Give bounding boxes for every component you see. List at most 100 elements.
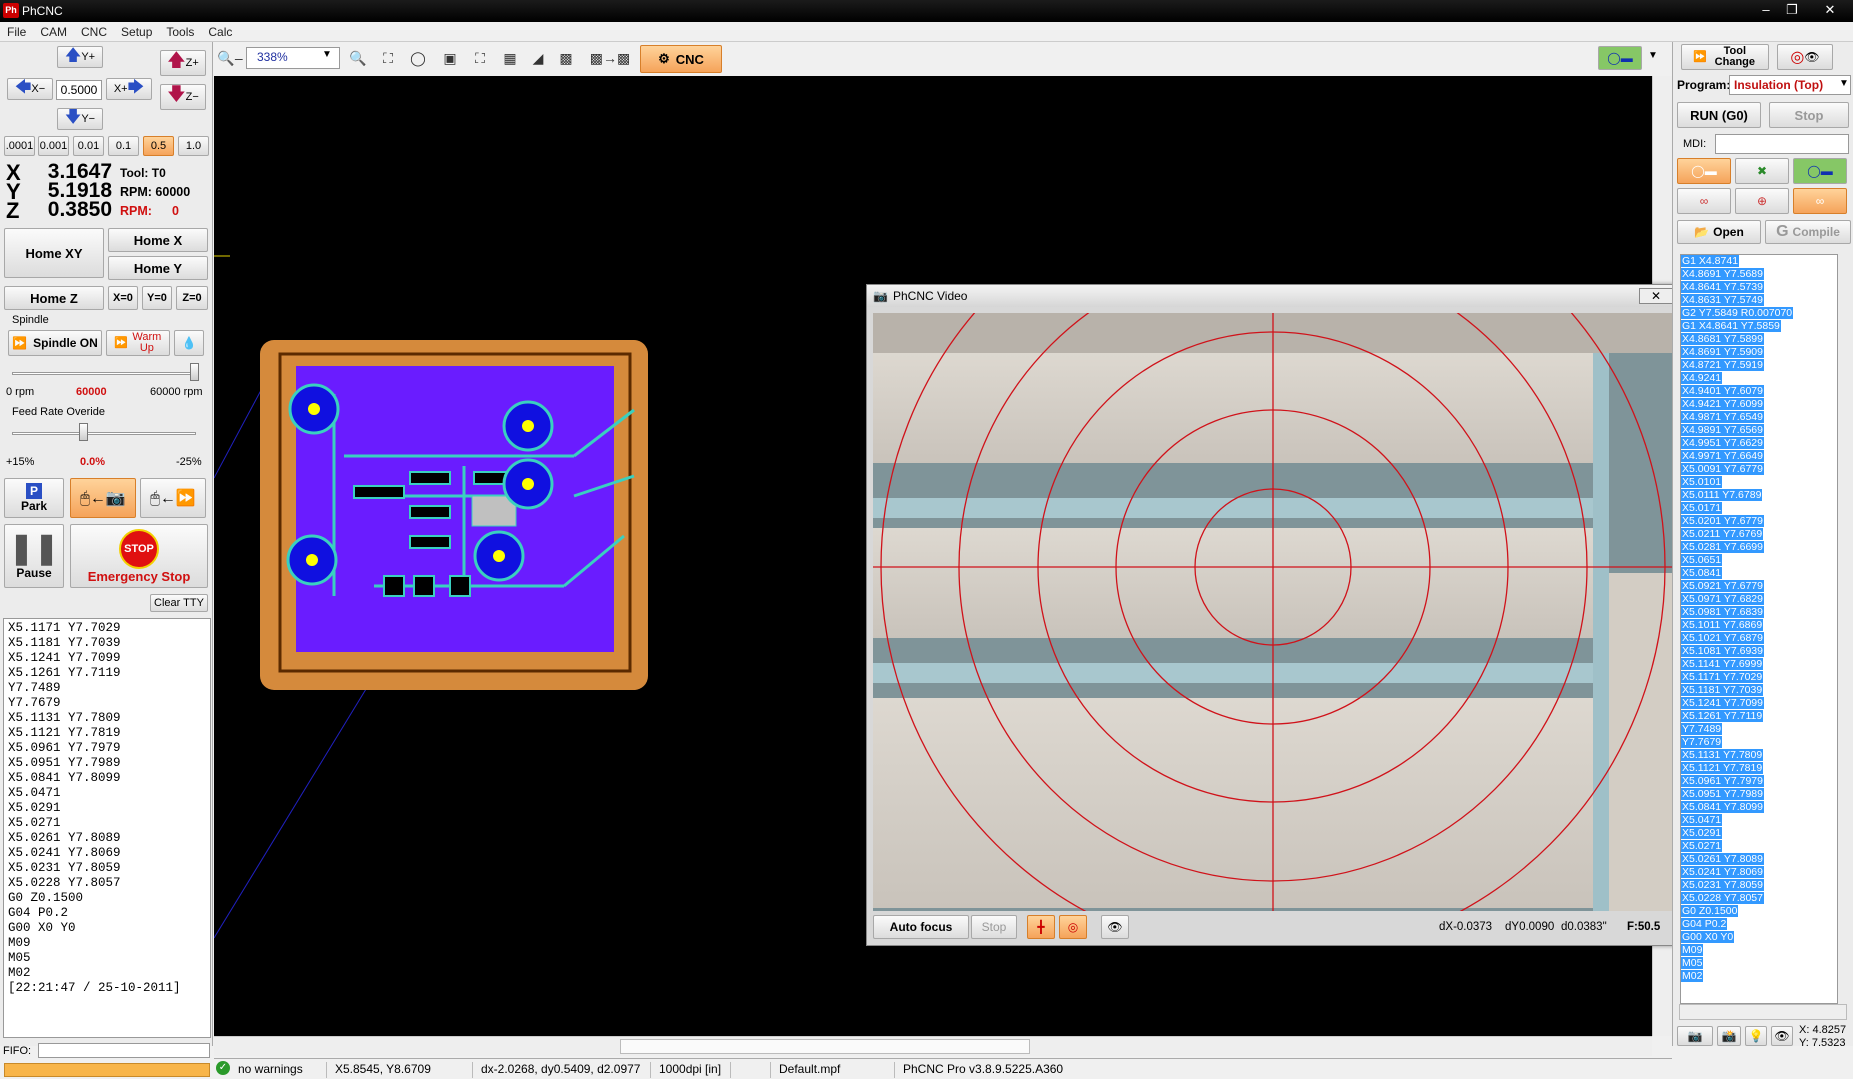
run-button[interactable]: RUN (G0) — [1677, 102, 1761, 128]
op-cut-button[interactable]: ◯▬ — [1793, 158, 1847, 184]
minimize-button[interactable]: – — [1754, 0, 1778, 20]
step-0001-button[interactable]: .0001 — [4, 136, 35, 156]
mouse-jog-camera-button[interactable]: 🖱←📷 — [70, 478, 136, 518]
gcode-line[interactable]: X5.1261 Y7.7119 — [1681, 710, 1837, 723]
gcode-line[interactable]: X5.0921 Y7.6779 — [1681, 580, 1837, 593]
zero-z-button[interactable]: Z=0 — [176, 286, 208, 310]
gcode-line[interactable]: X4.8721 Y7.5919 — [1681, 359, 1837, 372]
gcode-line[interactable]: X5.0291 — [1681, 827, 1837, 840]
crosshair-toggle-button[interactable]: ╋ — [1027, 915, 1055, 939]
gcode-line[interactable]: X4.9951 Y7.6629 — [1681, 437, 1837, 450]
snapshot-button[interactable]: 📸 — [1717, 1026, 1741, 1046]
gcode-line[interactable]: X4.9241 — [1681, 372, 1837, 385]
gcode-line[interactable]: X5.0111 Y7.6789 — [1681, 489, 1837, 502]
scrollbar-thumb[interactable] — [620, 1039, 1030, 1054]
gcode-line[interactable]: M05 — [1681, 957, 1837, 970]
gcode-line[interactable]: M02 — [1681, 970, 1837, 983]
gcode-line[interactable]: X4.8631 Y7.5749 — [1681, 294, 1837, 307]
gcode-line[interactable]: X5.1081 Y7.6939 — [1681, 645, 1837, 658]
gcode-line[interactable]: G04 P0.2 — [1681, 918, 1837, 931]
menu-tools[interactable]: Tools — [159, 22, 201, 39]
zoom-fit-icon[interactable]: ⛶ — [376, 46, 400, 70]
gcode-line[interactable]: X5.1131 Y7.7809 — [1681, 749, 1837, 762]
gcode-line[interactable]: X5.0231 Y7.8059 — [1681, 879, 1837, 892]
stop-button[interactable]: Stop — [1769, 102, 1849, 128]
step-05-button[interactable]: 0.5 — [143, 136, 174, 156]
grid-icon[interactable]: ▩ — [554, 46, 578, 70]
mirror-icon[interactable]: ◢ — [526, 46, 550, 70]
op-outline-button[interactable]: ∞ — [1677, 188, 1731, 214]
gcode-line[interactable]: X4.9401 Y7.6079 — [1681, 385, 1837, 398]
gcode-line[interactable]: X4.8681 Y7.5899 — [1681, 333, 1837, 346]
gcode-line[interactable]: G1 X4.8641 Y7.5859 — [1681, 320, 1837, 333]
home-xy-button[interactable]: Home XY — [4, 228, 104, 278]
canvas-horizontal-scrollbar[interactable] — [214, 1036, 1652, 1056]
gcode-line[interactable]: X5.1011 Y7.6869 — [1681, 619, 1837, 632]
layers-icon[interactable]: ▣ — [438, 46, 462, 70]
menu-cam[interactable]: CAM — [33, 22, 74, 39]
gcode-line[interactable]: X5.1171 Y7.7029 — [1681, 671, 1837, 684]
mouse-jog-tool-button[interactable]: 🖱←⏩ — [140, 478, 206, 518]
gcode-line[interactable]: X5.0841 — [1681, 567, 1837, 580]
gcode-line[interactable]: X4.8641 Y7.5739 — [1681, 281, 1837, 294]
gcode-line[interactable]: Y7.7679 — [1681, 736, 1837, 749]
video-settings-button[interactable]: 👁 — [1101, 915, 1129, 939]
gcode-line[interactable]: X5.0171 — [1681, 502, 1837, 515]
gcode-line[interactable]: M09 — [1681, 944, 1837, 957]
warm-up-button[interactable]: ⏩ Warm Up — [106, 330, 170, 356]
menu-cnc[interactable]: CNC — [74, 22, 114, 39]
gcode-line[interactable]: X5.1121 Y7.7819 — [1681, 762, 1837, 775]
gcode-line[interactable]: X5.0201 Y7.6779 — [1681, 515, 1837, 528]
measure-icon[interactable]: ▦ — [498, 46, 522, 70]
gcode-line[interactable]: X4.9871 Y7.6549 — [1681, 411, 1837, 424]
home-y-button[interactable]: Home Y — [108, 256, 208, 280]
auto-focus-button[interactable]: Auto focus — [873, 915, 969, 939]
gcode-line[interactable]: X5.0471 — [1681, 814, 1837, 827]
park-button[interactable]: P Park — [4, 478, 64, 518]
jog-step-field[interactable]: 0.5000 — [56, 80, 102, 100]
circles-toggle-button[interactable]: ◎ — [1059, 915, 1087, 939]
op-center-button[interactable]: ⊕ — [1735, 188, 1789, 214]
op-drill-button[interactable]: ✖ — [1735, 158, 1789, 184]
zoom-in-icon[interactable]: 🔍 — [346, 46, 370, 70]
op-insulation-button[interactable]: ◯▬ — [1677, 158, 1731, 184]
jog-z-minus-button[interactable]: 🡇 Z− — [160, 84, 206, 110]
gcode-line[interactable]: X5.0981 Y7.6839 — [1681, 606, 1837, 619]
program-select[interactable]: Insulation (Top) — [1729, 75, 1851, 95]
gcode-line[interactable]: X5.1021 Y7.6879 — [1681, 632, 1837, 645]
gcode-line[interactable]: X5.0211 Y7.6769 — [1681, 528, 1837, 541]
restore-button[interactable]: ❐ — [1780, 0, 1804, 20]
open-button[interactable]: 📂 Open — [1677, 220, 1761, 244]
gcode-line[interactable]: X5.0241 Y7.8069 — [1681, 866, 1837, 879]
zero-y-button[interactable]: Y=0 — [142, 286, 172, 310]
gcode-line[interactable]: X4.8691 Y7.5689 — [1681, 268, 1837, 281]
step-10-button[interactable]: 1.0 — [178, 136, 209, 156]
home-x-button[interactable]: Home X — [108, 228, 208, 252]
jog-y-minus-button[interactable]: 🡇 Y− — [57, 108, 103, 130]
video-close-button[interactable]: ✕ — [1639, 288, 1673, 304]
gcode-line[interactable]: X5.0961 Y7.7979 — [1681, 775, 1837, 788]
zero-x-button[interactable]: X=0 — [108, 286, 138, 310]
jog-z-plus-button[interactable]: 🡅 Z+ — [160, 50, 206, 76]
gcode-line[interactable]: X4.9421 Y7.6099 — [1681, 398, 1837, 411]
gcode-line[interactable]: X5.0091 Y7.6779 — [1681, 463, 1837, 476]
gcode-line[interactable]: X5.1241 Y7.7099 — [1681, 697, 1837, 710]
gcode-line[interactable]: X5.0651 — [1681, 554, 1837, 567]
gcode-line[interactable]: X5.0261 Y7.8089 — [1681, 853, 1837, 866]
menu-calc[interactable]: Calc — [201, 22, 239, 39]
tool-change-button[interactable]: ⏩ Tool Change — [1681, 44, 1769, 70]
close-button[interactable]: ✕ — [1818, 0, 1842, 20]
op-board-button[interactable]: ∞ — [1793, 188, 1847, 214]
compile-button[interactable]: G Compile — [1765, 220, 1851, 244]
step-01-button[interactable]: 0.01 — [73, 136, 104, 156]
gcode-line[interactable]: X4.8691 Y7.5909 — [1681, 346, 1837, 359]
zoom-out-icon[interactable]: 🔍– — [217, 46, 242, 70]
gcode-line[interactable]: Y7.7489 — [1681, 723, 1837, 736]
gcode-line[interactable]: X5.1141 Y7.6999 — [1681, 658, 1837, 671]
step-1-button[interactable]: 0.1 — [108, 136, 139, 156]
jog-y-plus-button[interactable]: 🡅 Y+ — [57, 46, 103, 68]
coolant-button[interactable]: 💧 — [174, 330, 204, 356]
gcode-line[interactable]: G00 X0 Y0 — [1681, 931, 1837, 944]
view-mode-button[interactable]: ◯▬ — [1598, 46, 1642, 70]
light-button[interactable]: 💡 — [1745, 1026, 1767, 1046]
